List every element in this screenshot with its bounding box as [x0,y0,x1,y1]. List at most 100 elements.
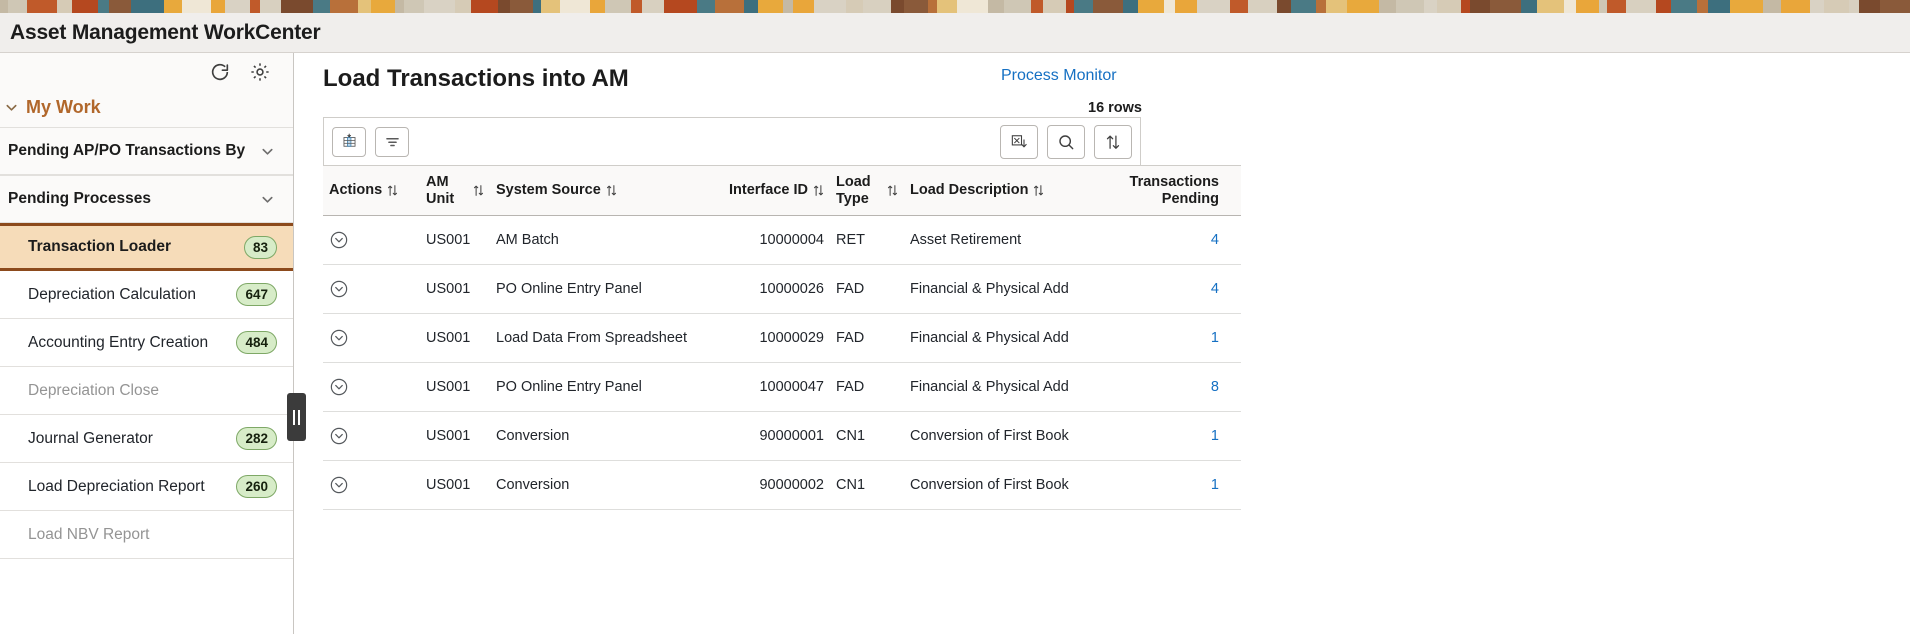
banner-stripe [164,0,182,13]
filter-icon[interactable] [375,127,409,157]
row-actions-cell [323,265,420,314]
row-actions-cell [323,314,420,363]
main-header: Load Transactions into AM Process Monito… [295,53,1910,105]
collapse-sidebar-handle[interactable] [287,393,306,441]
sidebar-toolbar [0,53,293,91]
cell-load-type: CN1 [830,412,904,461]
banner-stripe [1277,0,1291,13]
banner-stripe [1066,0,1074,13]
banner-stripe [510,0,533,13]
banner-stripe [1824,0,1849,13]
column-label: Transactions Pending [1130,174,1219,207]
cell-transactions-pending: 1 [1110,412,1241,461]
row-actions-chevron-icon[interactable] [329,230,349,250]
row-actions-chevron-icon[interactable] [329,475,349,495]
sidebar-item-transaction-loader[interactable]: Transaction Loader 83 [0,223,293,271]
column-header-system-source[interactable]: System Source [490,166,722,216]
transactions-pending-link[interactable]: 4 [1211,232,1219,248]
column-header-am-unit[interactable]: AM Unit [420,166,490,216]
cell-load-description: Asset Retirement [904,216,1110,265]
content-title: Load Transactions into AM [323,65,629,93]
banner-stripe [250,0,260,13]
banner-stripe [957,0,988,13]
banner-stripe [57,0,72,13]
cell-system-source: PO Online Entry Panel [490,265,722,314]
table-row: US001AM Batch10000004RETAsset Retirement… [323,216,1241,265]
banner-stripe [1424,0,1437,13]
banner-stripe [1326,0,1347,13]
cell-am-unit: US001 [420,265,490,314]
banner-stripe [8,0,27,13]
sidebar-item-label: Depreciation Close [28,382,159,400]
banner-stripe [1576,0,1599,13]
sort-icon[interactable] [1094,125,1132,159]
cell-interface-id: 90000001 [722,412,830,461]
sidebar-item-accounting-entry-creation[interactable]: Accounting Entry Creation 484 [0,319,293,367]
column-header-actions[interactable]: Actions [323,166,420,216]
sort-arrows-icon [887,184,898,197]
sidebar-item-label: Depreciation Calculation [28,286,196,304]
transactions-pending-link[interactable]: 1 [1211,428,1219,444]
rows-count-label: 16 rows [1088,100,1142,116]
search-icon[interactable] [1047,125,1085,159]
transactions-pending-link[interactable]: 8 [1211,379,1219,395]
export-to-excel-icon[interactable] [1000,125,1038,159]
banner-stripe [1043,0,1066,13]
sort-arrows-icon [813,184,824,197]
row-actions-chevron-icon[interactable] [329,279,349,299]
transactions-pending-link[interactable]: 1 [1211,330,1219,346]
banner-stripe [1607,0,1626,13]
column-label: Interface ID [729,182,808,199]
banner-stripe [697,0,715,13]
gear-icon[interactable] [249,61,271,83]
cell-load-type: FAD [830,314,904,363]
refresh-icon[interactable] [209,61,231,83]
banner-stripe [1656,0,1671,13]
banner-stripe [605,0,631,13]
banner-stripe [182,0,211,13]
column-header-interface-id[interactable]: Interface ID [722,166,830,216]
sidebar-group-label: Pending AP/PO Transactions By [8,142,245,160]
transactions-pending-link[interactable]: 1 [1211,477,1219,493]
banner-stripe [1730,0,1763,13]
sidebar-item-depreciation-calculation[interactable]: Depreciation Calculation 647 [0,271,293,319]
banner-stripe [891,0,904,13]
banner-stripe [1164,0,1175,13]
transactions-table: Actions [323,165,1241,510]
sidebar-group-pending-processes[interactable]: Pending Processes [0,175,293,223]
handle-bar [298,410,300,425]
sidebar-item-depreciation-close: Depreciation Close [0,367,293,415]
process-monitor-link[interactable]: Process Monitor [1001,67,1117,85]
row-actions-cell [323,216,420,265]
row-actions-chevron-icon[interactable] [329,426,349,446]
banner-stripe [744,0,758,13]
banner-stripe [330,0,358,13]
banner-stripe [1396,0,1424,13]
transactions-pending-link[interactable]: 4 [1211,281,1219,297]
column-header-load-type[interactable]: Load Type [830,166,904,216]
table-row: US001Conversion90000001CN1Conversion of … [323,412,1241,461]
banner-stripe [424,0,455,13]
sidebar-section-my-work[interactable]: My Work [0,91,293,127]
banner-stripe [1521,0,1537,13]
sort-arrows-icon [473,184,484,197]
banner-stripe [260,0,281,13]
personalize-grid-icon[interactable] [332,127,366,157]
cell-transactions-pending: 4 [1110,216,1241,265]
row-actions-chevron-icon[interactable] [329,328,349,348]
sidebar-group-pending-ap-po[interactable]: Pending AP/PO Transactions By [0,127,293,175]
banner-stripe [404,0,424,13]
sidebar-item-load-depreciation-report[interactable]: Load Depreciation Report 260 [0,463,293,511]
row-actions-chevron-icon[interactable] [329,377,349,397]
banner-stripe [455,0,471,13]
sidebar-item-journal-generator[interactable]: Journal Generator 282 [0,415,293,463]
sidebar: My Work Pending AP/PO Transactions By Pe… [0,53,294,634]
cell-load-description: Financial & Physical Add [904,363,1110,412]
cell-am-unit: US001 [420,363,490,412]
banner-stripe [1490,0,1521,13]
column-header-load-description[interactable]: Load Description [904,166,1110,216]
cell-load-description: Financial & Physical Add [904,265,1110,314]
banner-stripe [1626,0,1656,13]
app-header: Asset Management WorkCenter [0,13,1910,53]
banner-stripe [98,0,109,13]
